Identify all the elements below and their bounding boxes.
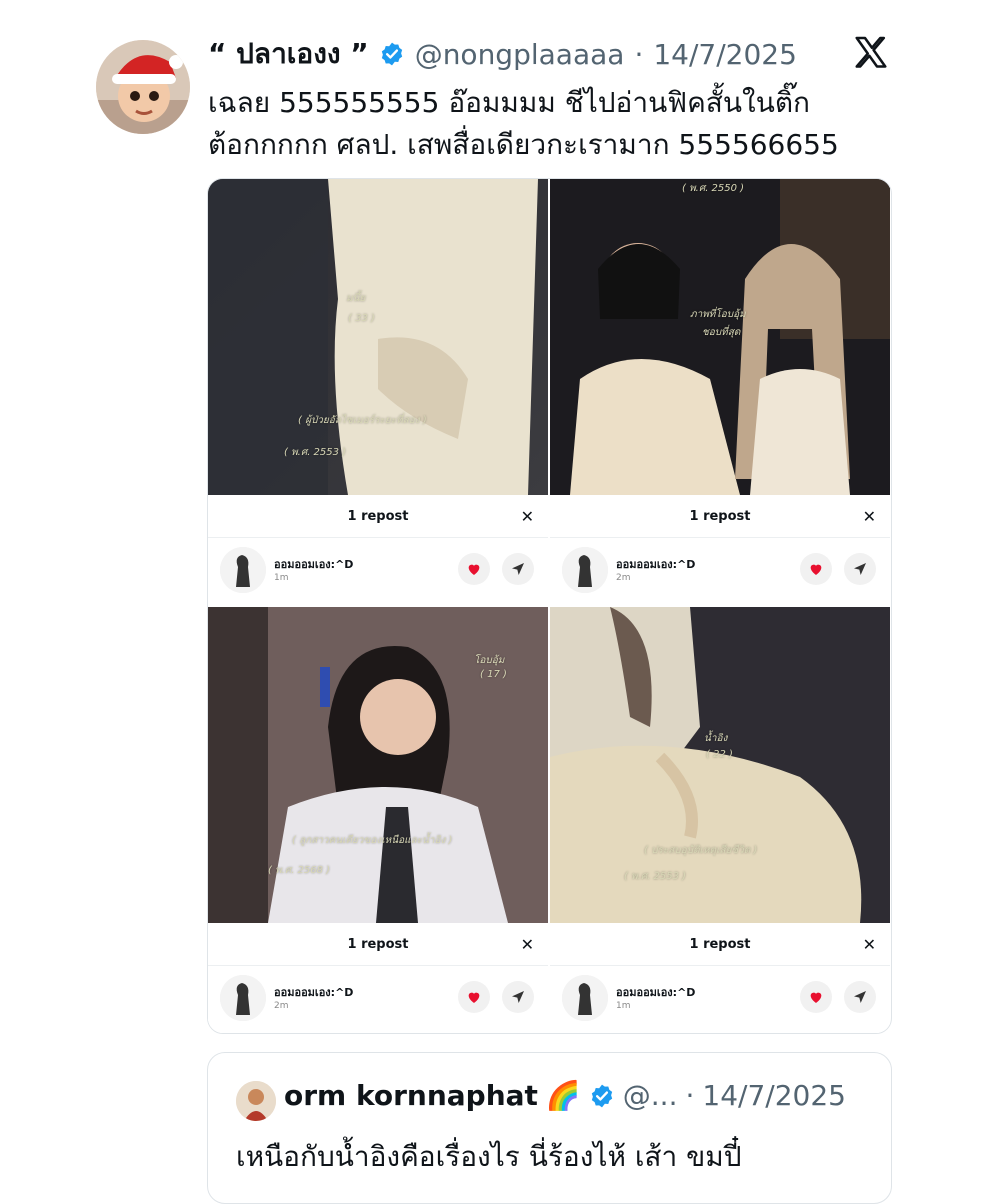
photo-caption: ( ประสบอุบัติเหตุเสียชีวิต ) (644, 845, 758, 856)
heart-icon (468, 564, 480, 575)
user-avatar-icon (562, 547, 608, 593)
x-logo-icon[interactable] (852, 34, 890, 72)
send-icon (512, 563, 524, 575)
repost-time: 2m (616, 573, 631, 583)
author-avatar[interactable] (96, 40, 190, 134)
repost-time: 1m (616, 1001, 631, 1011)
share-button[interactable] (502, 553, 534, 585)
photo-caption: ภาพที่โอบอุ้ม (690, 309, 746, 320)
send-icon (512, 991, 524, 1003)
quote-date[interactable]: 14/7/2025 (702, 1079, 846, 1112)
photo-caption: ( พ.ศ. 2550 ) (682, 183, 745, 194)
divider (208, 537, 548, 538)
quote-text: เหนือกับน้ำอิงคือเรื่องไร นี่ร้องไห้ เส้… (236, 1140, 742, 1173)
media-grid[interactable]: มนึ้ย ( 33 ) ( ผู้ป่วยอัลไซเมอร์ระยะที่ส… (207, 178, 892, 1034)
divider (550, 965, 890, 966)
quote-header: orm kornnaphat 🌈 @... · 14/7/2025 (284, 1079, 846, 1112)
avatar[interactable] (562, 975, 608, 1021)
repost-sheet: 1 repost ✕ ออมออมเอง:^D 2m (550, 497, 890, 605)
tweet-header: “ ปลาเองง ” @nongplaaaaa · 14/7/2025 (208, 36, 797, 72)
author-display-name[interactable]: “ ปลาเองง ” (208, 32, 369, 76)
photo-caption: ( ลูกสาวคนเดียวของเหนือและน้ำอิง ) (292, 835, 453, 846)
avatar[interactable] (562, 547, 608, 593)
photo-caption: มนึ้ย (346, 293, 366, 304)
share-button[interactable] (844, 553, 876, 585)
close-icon[interactable]: ✕ (521, 935, 534, 954)
author-handle[interactable]: @nongplaaaaa (415, 38, 625, 71)
photo-caption: น้ำอิง (704, 733, 728, 744)
media-panel-1[interactable]: มนึ้ย ( 33 ) ( ผู้ป่วยอัลไซเมอร์ระยะที่ส… (208, 179, 548, 605)
send-icon (854, 991, 866, 1003)
media-panel-2[interactable]: ( พ.ศ. 2550 ) ภาพที่โอบอุ้ม ชอบที่สุด 1 … (550, 179, 890, 605)
media-panel-4[interactable]: น้ำอิง ( 22 ) ( ประสบอุบัติเหตุเสียชีวิต… (550, 607, 890, 1033)
share-button[interactable] (502, 981, 534, 1013)
repost-title: 1 repost (347, 937, 409, 952)
photo-caption: ( พ.ศ. 2553 ) (284, 447, 347, 458)
photo-caption: ชอบที่สุด (702, 327, 741, 338)
photo-caption: ( 22 ) (706, 749, 733, 760)
avatar[interactable] (220, 975, 266, 1021)
send-icon (854, 563, 866, 575)
dot-separator: · (634, 37, 644, 71)
photo-woman-white-dress (208, 179, 548, 495)
avatar[interactable] (236, 1081, 276, 1121)
media-panel-3[interactable]: โอบอุ้ม ( 17 ) ( ลูกสาวคนเดียวของเหนือแล… (208, 607, 548, 1033)
user-avatar-icon (220, 975, 266, 1021)
tweet-date[interactable]: 14/7/2025 (653, 38, 797, 71)
photo-caption: โอบอุ้ม (474, 655, 505, 666)
share-button[interactable] (844, 981, 876, 1013)
verified-badge-icon (381, 42, 402, 66)
photo-caption: ( 33 ) (348, 313, 375, 324)
repost-username[interactable]: ออมออมเอง:^D (616, 555, 695, 573)
heart-icon (810, 992, 822, 1003)
divider (208, 965, 548, 966)
repost-username[interactable]: ออมออมเอง:^D (274, 555, 353, 573)
user-avatar-icon (220, 547, 266, 593)
photo-caption: ( 17 ) (480, 669, 507, 680)
user-avatar-icon (562, 975, 608, 1021)
divider (550, 537, 890, 538)
dot-separator: · (685, 1079, 695, 1112)
photo-caption: ( พ.ศ. 2553 ) (624, 871, 687, 882)
photo-woman-gown (550, 607, 890, 923)
photo-caption: ( พ.ศ. 2568 ) (268, 865, 331, 876)
close-icon[interactable]: ✕ (521, 507, 534, 526)
repost-time: 1m (274, 573, 289, 583)
repost-username[interactable]: ออมออมเอง:^D (274, 983, 353, 1001)
santa-baby-avatar-icon (96, 40, 190, 134)
repost-sheet: 1 repost ✕ ออมออมเอง:^D 2m (208, 925, 548, 1033)
close-icon[interactable]: ✕ (863, 935, 876, 954)
top-bar (0, 0, 986, 28)
repost-title: 1 repost (689, 937, 751, 952)
verified-badge-icon (591, 1084, 612, 1107)
like-button[interactable] (458, 981, 490, 1013)
repost-username[interactable]: ออมออมเอง:^D (616, 983, 695, 1001)
quoted-tweet[interactable]: orm kornnaphat 🌈 @... · 14/7/2025 เหนือก… (207, 1052, 892, 1204)
avatar[interactable] (220, 547, 266, 593)
heart-icon (468, 992, 480, 1003)
quote-display-name[interactable]: orm kornnaphat (284, 1079, 538, 1112)
tweet-text: เฉลย 555555555 อ๊อมมมม ชีไปอ่านฟิคสั้นใน… (208, 86, 839, 161)
heart-icon (810, 564, 822, 575)
repost-title: 1 repost (689, 509, 751, 524)
repost-sheet: 1 repost ✕ ออมออมเอง:^D 1m (550, 925, 890, 1033)
close-icon[interactable]: ✕ (863, 507, 876, 526)
like-button[interactable] (800, 553, 832, 585)
quote-handle[interactable]: @... (623, 1079, 678, 1112)
repost-sheet: 1 repost ✕ ออมออมเอง:^D 1m (208, 497, 548, 605)
quote-author-avatar-icon (236, 1081, 276, 1121)
photo-caption: ( ผู้ป่วยอัลไซเมอร์ระยะที่สอง ) (298, 415, 427, 426)
rainbow-emoji: 🌈 (545, 1079, 581, 1112)
like-button[interactable] (458, 553, 490, 585)
repost-time: 2m (274, 1001, 289, 1011)
like-button[interactable] (800, 981, 832, 1013)
repost-title: 1 repost (347, 509, 409, 524)
